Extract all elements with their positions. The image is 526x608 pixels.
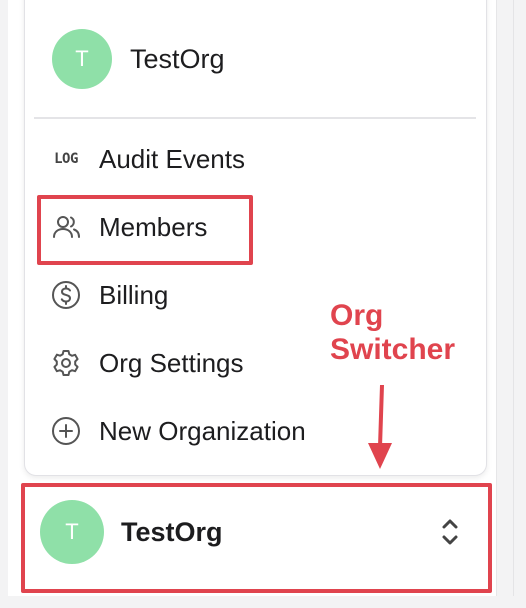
current-org-header: T TestOrg bbox=[52, 29, 225, 89]
dollar-circle-icon bbox=[50, 279, 82, 311]
menu-item-new-organization[interactable]: New Organization bbox=[50, 411, 306, 451]
log-icon-text: LOG bbox=[54, 151, 78, 167]
log-icon: LOG bbox=[50, 143, 82, 175]
left-edge bbox=[0, 0, 8, 608]
annotation-line-1: Org bbox=[330, 299, 384, 332]
menu-item-label: Audit Events bbox=[99, 143, 245, 174]
gear-icon bbox=[50, 347, 82, 379]
bottom-edge bbox=[0, 596, 526, 608]
menu-item-org-settings[interactable]: Org Settings bbox=[50, 343, 244, 383]
plus-circle-icon bbox=[50, 415, 82, 447]
org-avatar: T bbox=[52, 29, 112, 89]
panel-divider bbox=[513, 0, 514, 608]
right-panel-edge bbox=[496, 0, 526, 608]
menu-item-audit-events[interactable]: LOG Audit Events bbox=[50, 139, 245, 179]
page: T TestOrg LOG Audit Events Members Billi… bbox=[0, 0, 526, 608]
annotation-arrow-icon bbox=[368, 385, 392, 469]
menu-item-label: New Organization bbox=[99, 415, 306, 446]
org-switcher-annotation: Org Switcher bbox=[330, 299, 455, 367]
switcher-highlight-box bbox=[21, 483, 492, 593]
menu-divider bbox=[34, 117, 476, 119]
current-org-name: TestOrg bbox=[130, 43, 225, 74]
members-highlight-box bbox=[37, 195, 253, 265]
menu-item-label: Org Settings bbox=[99, 347, 244, 378]
menu-item-billing[interactable]: Billing bbox=[50, 275, 168, 315]
menu-item-label: Billing bbox=[99, 279, 169, 310]
annotation-line-2: Switcher bbox=[330, 333, 456, 366]
